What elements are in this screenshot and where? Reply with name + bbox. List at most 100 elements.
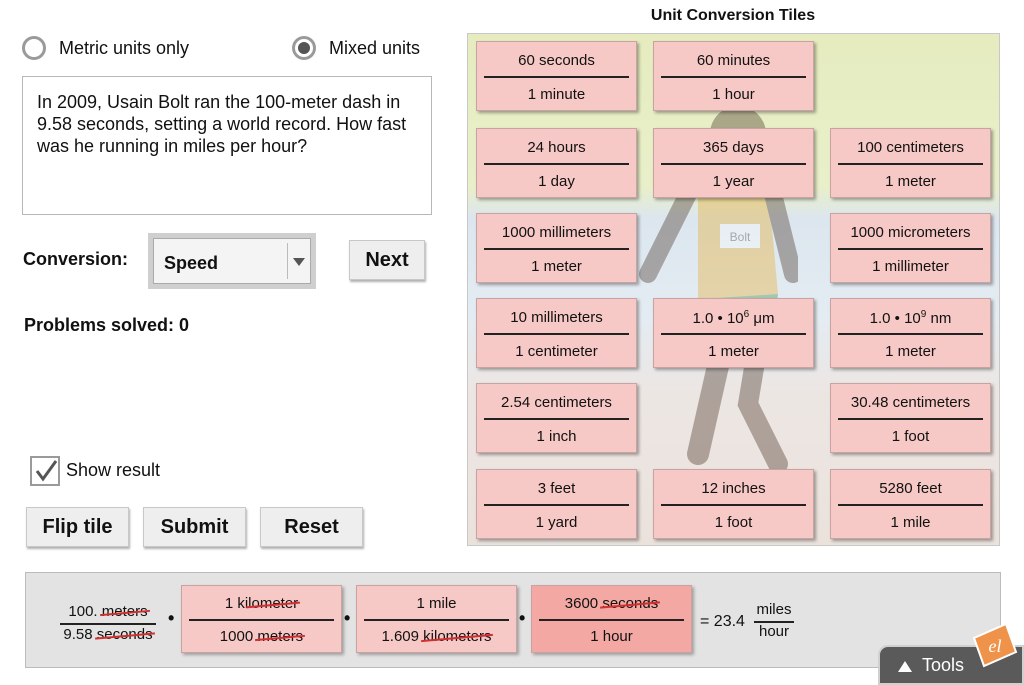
tile-denominator: 1 year	[712, 173, 755, 190]
conversion-tile[interactable]: 100 centimeters 1 meter	[830, 128, 991, 198]
conversion-tile[interactable]: 5280 feet 1 mile	[830, 469, 991, 539]
conversion-tile[interactable]: 60 seconds 1 minute	[476, 41, 637, 111]
tile-fraction-bar	[484, 76, 629, 78]
conversion-label: Conversion:	[23, 249, 129, 269]
conversion-select[interactable]: Speed	[148, 233, 316, 289]
conversion-tile[interactable]: 2.54 centimeters 1 inch	[476, 383, 637, 453]
problem-text-box: In 2009, Usain Bolt ran the 100-meter da…	[22, 76, 432, 215]
multiply-dot-2: •	[344, 608, 351, 628]
tile3-num-b: seconds	[602, 595, 659, 612]
tile-fraction-bar	[838, 504, 983, 506]
tile3-den: 1 hour	[590, 628, 633, 645]
tile-fraction-bar	[661, 504, 806, 506]
result-value: = 23.4	[700, 613, 745, 630]
tile-fraction-bar	[838, 333, 983, 335]
tile-numerator-unit: μm	[749, 310, 775, 327]
tile-denominator: 1 millimeter	[872, 258, 949, 275]
conversion-select-value: Speed	[164, 253, 219, 273]
tile1-den-b: meters	[257, 628, 304, 645]
mixed-units-radio[interactable]: Mixed units	[292, 36, 420, 60]
tile-numerator: 30.48 centimeters	[850, 394, 971, 411]
start-numerator-unit: meters	[101, 603, 148, 620]
tile-fraction-bar	[484, 418, 629, 420]
conversion-tile[interactable]: 365 days 1 year	[653, 128, 814, 198]
result-unit-numerator: miles	[756, 601, 792, 618]
conversion-tile[interactable]: 3 feet 1 yard	[476, 469, 637, 539]
metric-units-label: Metric units only	[59, 37, 190, 58]
multiply-dot-3: •	[519, 608, 526, 628]
reset-button[interactable]: Reset	[260, 507, 363, 547]
tile-numerator: 365 days	[703, 139, 764, 156]
tile2-den-a: 1.609	[381, 628, 424, 645]
tile-numerator: 1000 micrometers	[850, 224, 971, 241]
conversion-tile[interactable]: 24 hours 1 day	[476, 128, 637, 198]
tile1-den-a: 1000	[219, 628, 258, 645]
tile-denominator: 1 meter	[885, 173, 936, 190]
tools-label: Tools	[922, 655, 965, 675]
metric-units-radio[interactable]: Metric units only	[22, 36, 189, 60]
problem-text: In 2009, Usain Bolt ran the 100-meter da…	[37, 92, 407, 156]
equation-tile-s-h[interactable]: 3600 seconds 1 hour	[531, 585, 692, 653]
tile-fraction-bar	[838, 418, 983, 420]
tile2-den-b: kilometers	[423, 628, 492, 645]
tile-denominator: 1 meter	[708, 343, 759, 360]
conversion-tile[interactable]: 10 millimeters 1 centimeter	[476, 298, 637, 368]
tile3-num-a: 3600	[564, 595, 603, 612]
tile-fraction-bar	[484, 248, 629, 250]
next-button[interactable]: Next	[349, 240, 425, 280]
tile-numerator: 12 inches	[701, 480, 766, 497]
conversion-tile[interactable]: 1000 micrometers 1 millimeter	[830, 213, 991, 283]
tile-fraction-bar	[838, 248, 983, 250]
tile-fraction-bar	[661, 333, 806, 335]
problems-solved-text: Problems solved: 0	[24, 315, 190, 335]
radio-unselected-icon	[22, 36, 46, 60]
tile-denominator: 1 meter	[531, 258, 582, 275]
tiles-panel-title: Unit Conversion Tiles	[650, 7, 816, 24]
submit-button[interactable]: Submit	[143, 507, 246, 547]
tile-fraction-bar	[484, 163, 629, 165]
show-result-label: Show result	[66, 460, 161, 480]
conversion-tile[interactable]: 1000 millimeters 1 meter	[476, 213, 637, 283]
tile-fraction-bar	[838, 163, 983, 165]
tile-numerator-base: 1.0 • 10	[869, 310, 921, 327]
equation-tile-km-m[interactable]: 1 kilometer 1000 meters	[181, 585, 342, 653]
tile-numerator: 10 millimeters	[510, 309, 603, 326]
start-denominator-value: 9.58	[63, 626, 93, 643]
start-denominator-unit: seconds	[96, 626, 153, 643]
tile-denominator: 1 yard	[535, 514, 578, 531]
multiply-dot-1: •	[168, 608, 175, 628]
flip-tile-button[interactable]: Flip tile	[26, 507, 129, 547]
conversion-tile[interactable]: 60 minutes 1 hour	[653, 41, 814, 111]
tile-denominator: 1 mile	[890, 514, 931, 531]
triangle-up-icon	[898, 661, 912, 672]
tile-numerator: 1000 millimeters	[501, 224, 612, 241]
tile-denominator: 1 centimeter	[515, 343, 598, 360]
tile-denominator: 1 foot	[891, 428, 930, 445]
tile-denominator: 1 inch	[536, 428, 577, 445]
tile-numerator: 5280 feet	[879, 480, 942, 497]
tile-denominator: 1 meter	[885, 343, 936, 360]
conversion-tile[interactable]: 12 inches 1 foot	[653, 469, 814, 539]
mixed-units-label: Mixed units	[329, 37, 421, 58]
show-result-checkbox[interactable]	[30, 456, 60, 486]
dropdown-arrow-icon[interactable]	[287, 243, 310, 279]
tile-numerator-unit: nm	[926, 310, 952, 327]
tile-numerator: 100 centimeters	[857, 139, 964, 156]
conversion-tile[interactable]: 1.0 • 106 μm 1 meter	[653, 298, 814, 368]
explorelearning-logo-icon: el	[972, 622, 1018, 668]
tile-denominator: 1 hour	[712, 86, 755, 103]
logo-text: el	[989, 636, 1002, 656]
starting-fraction: 100. meters 9.58 seconds	[58, 603, 158, 643]
tile1-num-b: lometer	[248, 595, 299, 612]
tile-denominator: 1 minute	[527, 86, 586, 103]
result-unit-denominator: hour	[758, 623, 790, 640]
conversion-tile[interactable]: 30.48 centimeters 1 foot	[830, 383, 991, 453]
tile-denominator: 1 foot	[714, 514, 753, 531]
conversion-tile[interactable]: 1.0 • 109 nm 1 meter	[830, 298, 991, 368]
tile1-num-a: 1 ki	[224, 595, 249, 612]
tile-numerator: 1.0 • 109 nm	[831, 309, 990, 327]
start-numerator-value: 100.	[68, 603, 98, 620]
tile-numerator: 2.54 centimeters	[501, 394, 612, 411]
tile-fraction-bar	[661, 76, 806, 78]
equation-tile-mile-km[interactable]: 1 mile 1.609 kilometers	[356, 585, 517, 653]
